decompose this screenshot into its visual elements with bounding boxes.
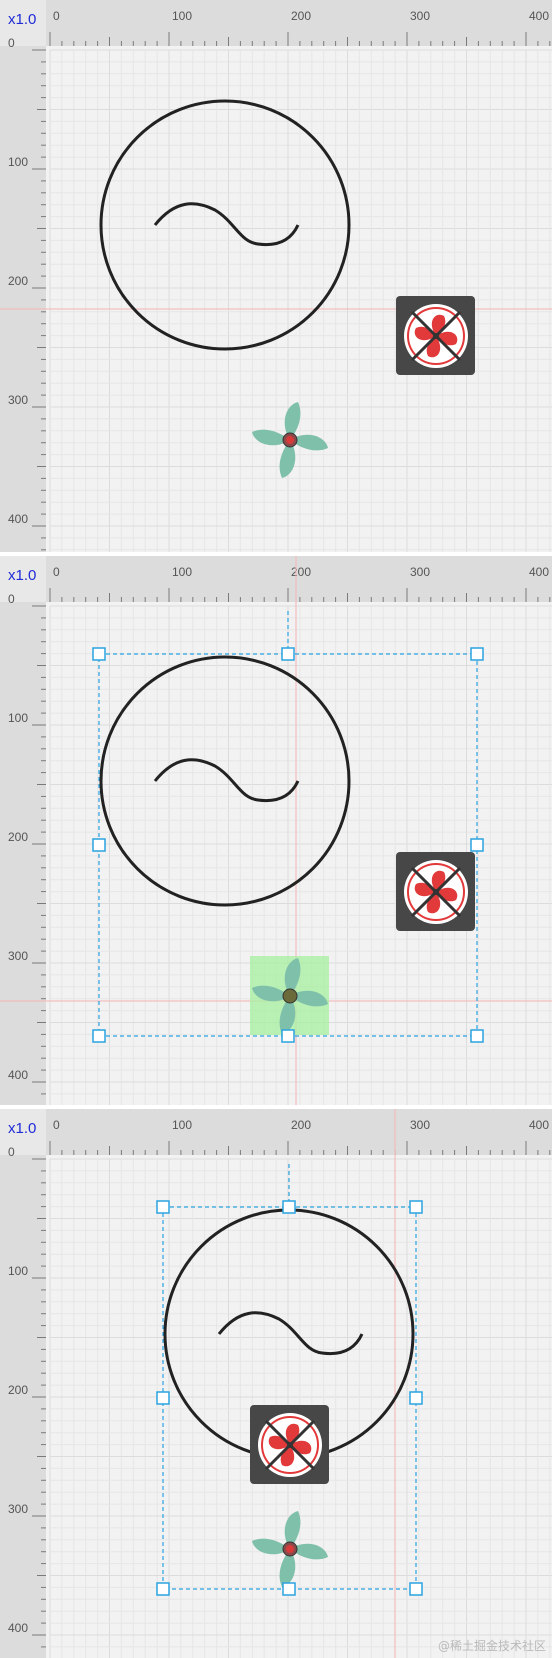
resize-handle-right[interactable] bbox=[409, 1391, 423, 1405]
ceiling-fan-icon[interactable] bbox=[252, 1511, 328, 1587]
canvas-shapes[interactable] bbox=[0, 1109, 552, 1658]
resize-handle-top[interactable] bbox=[282, 1200, 296, 1214]
exhaust-fan-icon[interactable] bbox=[396, 296, 475, 375]
canvas-shapes[interactable] bbox=[0, 556, 552, 1105]
resize-handle-left[interactable] bbox=[156, 1391, 170, 1405]
resize-handle-top[interactable] bbox=[281, 647, 295, 661]
resize-handle-top-right[interactable] bbox=[409, 1200, 423, 1214]
editor-canvas-panel-1[interactable]: 0 100 200 300 400 0 100 200 300 400 x1.0 bbox=[0, 0, 552, 552]
ac-power-source-icon[interactable] bbox=[99, 655, 351, 907]
ac-power-source-icon[interactable] bbox=[99, 99, 351, 351]
resize-handle-bottom[interactable] bbox=[282, 1582, 296, 1596]
resize-handle-top-left[interactable] bbox=[156, 1200, 170, 1214]
watermark: @稀土掘金技术社区 bbox=[437, 1639, 546, 1653]
resize-handle-bottom-right[interactable] bbox=[409, 1582, 423, 1596]
resize-handle-bottom[interactable] bbox=[281, 1029, 295, 1043]
resize-handle-left[interactable] bbox=[92, 838, 106, 852]
resize-handle-top-left[interactable] bbox=[92, 647, 106, 661]
resize-handle-bottom-right[interactable] bbox=[470, 1029, 484, 1043]
canvas-shapes[interactable] bbox=[0, 0, 552, 552]
resize-handle-top-right[interactable] bbox=[470, 647, 484, 661]
editor-canvas-panel-2[interactable]: 0 100 200 300 400 0 100 200 300 400 x1.0 bbox=[0, 556, 552, 1105]
resize-handle-right[interactable] bbox=[470, 838, 484, 852]
ceiling-fan-icon[interactable] bbox=[252, 402, 328, 478]
editor-canvas-panel-3[interactable]: 01002003004000100200300400 x1.0 bbox=[0, 1109, 552, 1658]
exhaust-fan-icon[interactable] bbox=[396, 852, 475, 931]
resize-handle-bottom-left[interactable] bbox=[92, 1029, 106, 1043]
exhaust-fan-icon[interactable] bbox=[250, 1405, 329, 1484]
resize-handle-bottom-left[interactable] bbox=[156, 1582, 170, 1596]
